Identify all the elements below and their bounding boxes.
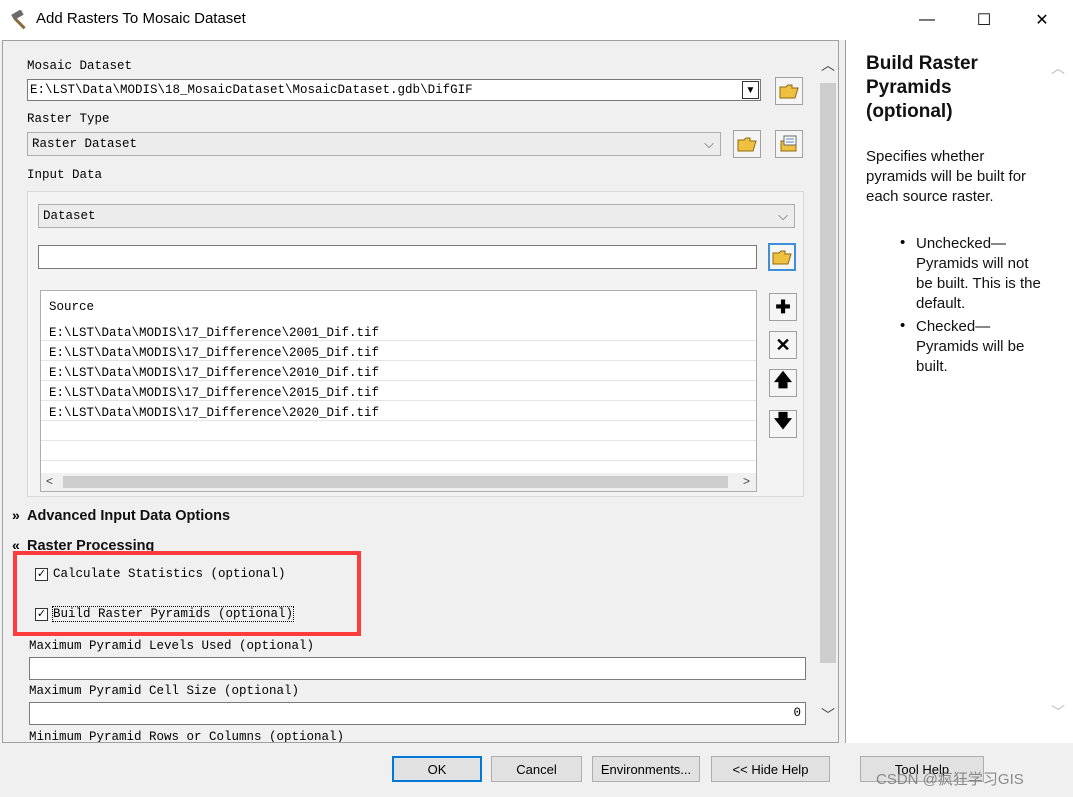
move-down-button[interactable]: 🡇	[769, 410, 797, 438]
title-bar: Add Rasters To Mosaic Dataset — ☐ ✕	[0, 0, 1073, 40]
open-folder-icon	[772, 250, 792, 265]
max-pyramid-levels-field[interactable]	[29, 657, 806, 680]
browse-raster-type-button[interactable]	[733, 130, 761, 158]
checkmark-icon: ✓	[36, 568, 47, 580]
scroll-thumb[interactable]	[63, 476, 728, 488]
close-icon: ✕	[775, 334, 791, 355]
list-item[interactable]: E:\LST\Data\MODIS\17_Difference\2001_Dif…	[41, 321, 756, 341]
help-bullet: Checked—Pyramids will be built.	[916, 318, 1025, 375]
max-pyramid-cell-field[interactable]: 0	[29, 702, 806, 725]
cancel-button[interactable]: Cancel	[491, 756, 582, 782]
source-list: Source E:\LST\Data\MODIS\17_Difference\2…	[40, 290, 757, 492]
list-item	[41, 441, 756, 461]
scroll-down-icon[interactable]: ﹀	[1051, 702, 1065, 722]
vertical-scrollbar[interactable]: ︿ ﹀	[818, 55, 838, 725]
scroll-left-icon[interactable]: <	[46, 474, 53, 488]
help-bullet: Unchecked—Pyramids will not be built. Th…	[916, 235, 1041, 312]
calc-stats-label[interactable]: Calculate Statistics (optional)	[53, 567, 286, 581]
list-item[interactable]: E:\LST\Data\MODIS\17_Difference\2005_Dif…	[41, 341, 756, 361]
parameters-panel: Mosaic Dataset E:\LST\Data\MODIS\18_Mosa…	[2, 40, 839, 743]
advanced-section-label[interactable]: Advanced Input Data Options	[27, 508, 230, 524]
list-item[interactable]: E:\LST\Data\MODIS\17_Difference\2010_Dif…	[41, 361, 756, 381]
ok-button[interactable]: OK	[392, 756, 482, 782]
arrow-up-icon: 🡅	[773, 370, 793, 390]
mosaic-dataset-value: E:\LST\Data\MODIS\18_MosaicDataset\Mosai…	[30, 83, 473, 97]
open-folder-icon	[779, 84, 799, 99]
input-type-combo[interactable]: Dataset ⌵	[38, 204, 795, 228]
horizontal-scrollbar[interactable]: < >	[41, 473, 756, 491]
add-row-button[interactable]: ✚	[769, 293, 797, 321]
advanced-section-toggle[interactable]: »	[12, 507, 20, 523]
move-up-button[interactable]: 🡅	[769, 369, 797, 397]
help-panel: Build Raster Pyramids (optional) Specifi…	[845, 40, 1073, 743]
highlight-box	[13, 551, 361, 636]
scroll-up-icon[interactable]: ︿	[821, 55, 835, 75]
chevron-down-icon: ⌵	[778, 208, 788, 223]
list-item[interactable]: E:\LST\Data\MODIS\17_Difference\2015_Dif…	[41, 381, 756, 401]
properties-icon	[780, 135, 797, 152]
scroll-down-icon[interactable]: ﹀	[821, 705, 835, 725]
list-item	[41, 421, 756, 441]
max-pyramid-cell-label: Maximum Pyramid Cell Size (optional)	[29, 684, 300, 698]
expand-chevron-icon: »	[12, 507, 20, 523]
hide-help-button[interactable]: << Hide Help	[711, 756, 830, 782]
environments-button[interactable]: Environments...	[592, 756, 700, 782]
raster-type-combo[interactable]: Raster Dataset ⌵	[27, 132, 721, 156]
remove-row-button[interactable]: ✕	[769, 331, 797, 359]
build-pyramids-checkbox[interactable]: ✓	[35, 608, 48, 621]
checkmark-icon: ✓	[36, 608, 47, 620]
bullet-icon: •	[900, 317, 906, 334]
input-data-label: Input Data	[27, 168, 103, 182]
list-item[interactable]: E:\LST\Data\MODIS\17_Difference\2020_Dif…	[41, 401, 756, 421]
help-title: Build Raster Pyramids (optional)	[866, 53, 978, 122]
source-header: Source	[49, 300, 95, 314]
arrow-down-icon: 🡇	[773, 411, 793, 431]
chevron-down-icon: ⌵	[704, 136, 714, 151]
input-data-group: Dataset ⌵ Source E:\LST\Data\MODIS\17_Di…	[27, 191, 804, 497]
build-pyramids-label[interactable]: Build Raster Pyramids (optional)	[51, 606, 295, 622]
scroll-thumb[interactable]	[820, 83, 836, 663]
min-pyramid-rows-label: Minimum Pyramid Rows or Columns (optiona…	[29, 730, 345, 743]
max-pyramid-cell-value: 0	[793, 706, 801, 720]
watermark-text: CSDN @疯狂学习GIS	[876, 771, 1024, 788]
window-title: Add Rasters To Mosaic Dataset	[36, 10, 246, 27]
raster-type-label: Raster Type	[27, 112, 110, 126]
scroll-right-icon[interactable]: >	[743, 474, 750, 488]
open-folder-icon	[737, 137, 757, 152]
help-intro: Specifies whether pyramids will be built…	[866, 148, 1027, 205]
input-type-value: Dataset	[43, 209, 96, 223]
maximize-button[interactable]: ☐	[955, 0, 1013, 40]
dropdown-arrow-icon[interactable]: ▼	[742, 81, 759, 99]
source-rows: E:\LST\Data\MODIS\17_Difference\2001_Dif…	[41, 321, 756, 461]
scroll-up-icon[interactable]: ︿	[1051, 58, 1065, 78]
calc-stats-checkbox[interactable]: ✓	[35, 568, 48, 581]
raster-type-properties-button[interactable]	[775, 130, 803, 158]
hammer-icon	[11, 10, 26, 30]
close-button[interactable]: ✕	[1013, 0, 1071, 40]
browse-input-button[interactable]	[768, 243, 796, 271]
plus-icon: ✚	[775, 296, 791, 317]
mosaic-dataset-combo[interactable]: E:\LST\Data\MODIS\18_MosaicDataset\Mosai…	[27, 79, 761, 101]
bullet-icon: •	[900, 234, 906, 251]
mosaic-dataset-label: Mosaic Dataset	[27, 59, 133, 73]
minimize-button[interactable]: —	[898, 0, 956, 40]
browse-mosaic-button[interactable]	[775, 77, 803, 105]
raster-type-value: Raster Dataset	[32, 137, 138, 151]
input-path-field[interactable]	[38, 245, 757, 269]
max-pyramid-levels-label: Maximum Pyramid Levels Used (optional)	[29, 639, 315, 653]
